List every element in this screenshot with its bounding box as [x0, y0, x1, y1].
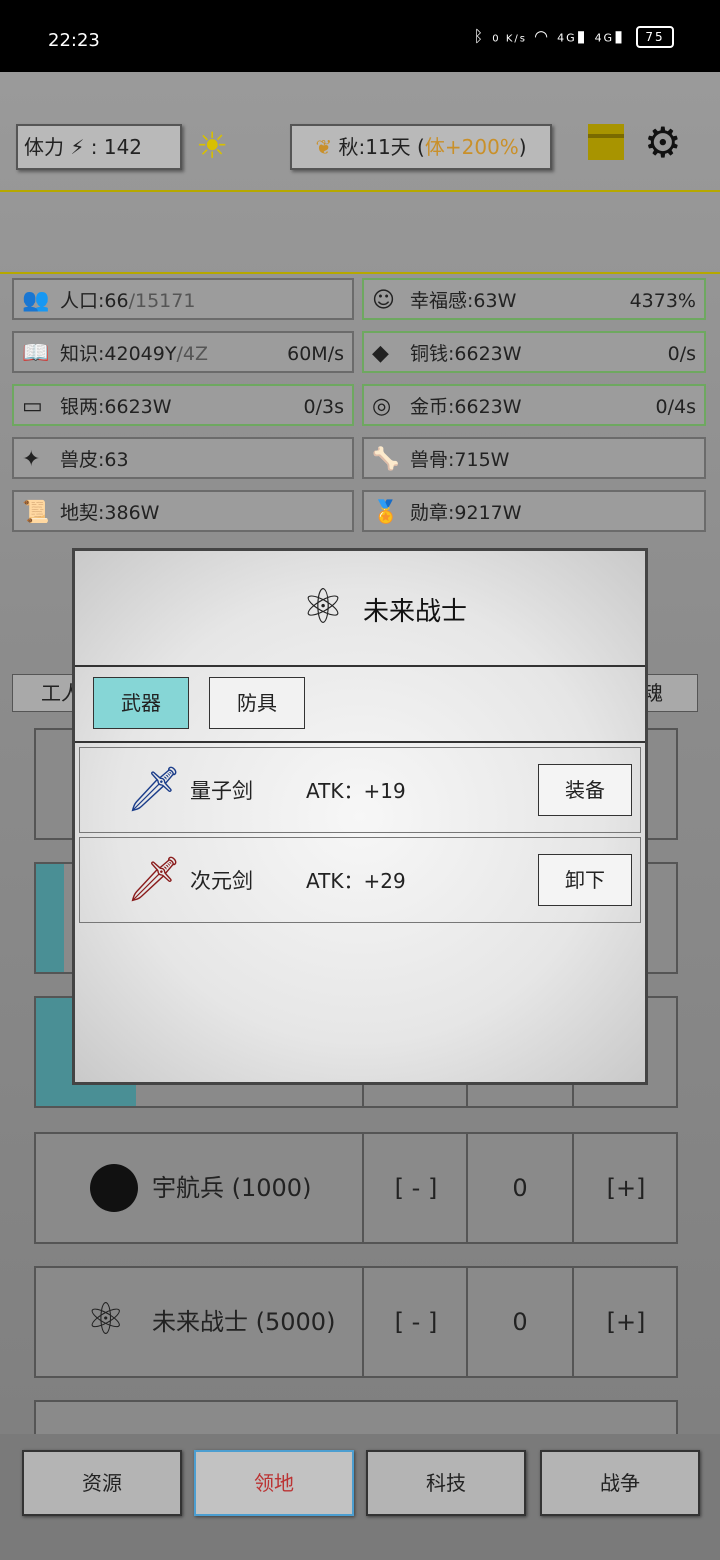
resource-icon: 📖: [22, 341, 50, 366]
equipment-item-quantum-sword: 🗡 量子剑 ATK：+19 装备: [79, 747, 641, 833]
resource-item: ☺ 幸福感:63W 4373%: [362, 278, 706, 320]
status-icons: ᛒ 0 K/s ◠ 4G▮ 4G▮ 75: [474, 26, 674, 48]
resource-icon: 🏅: [372, 500, 400, 525]
resource-icon: 📜: [22, 500, 50, 525]
resource-rate: 0/s: [667, 343, 696, 365]
minus-button[interactable]: [ - ]: [362, 1134, 468, 1242]
equipment-item-dimension-sword: 🗡 次元剑 ATK：+29 卸下: [79, 837, 641, 923]
season-box: ❦ 秋:11天 (体+200%): [290, 124, 552, 170]
resource-item: ✦ 兽皮:63: [12, 437, 354, 479]
tab-weapons[interactable]: 武器: [93, 677, 189, 729]
nav-territory[interactable]: 领地: [194, 1450, 354, 1516]
resource-icon: ☺: [372, 288, 395, 313]
resource-item: ▭ 银两:6623W 0/3s: [12, 384, 354, 426]
unit-count: 0: [466, 1134, 572, 1242]
equipment-dialog: ⚛ 未来战士 武器 防具 🗡 量子剑 ATK：+19 装备 🗡 次元剑 ATK：…: [72, 548, 648, 1085]
item-atk: ATK：+19: [306, 779, 406, 803]
battery-icon: 75: [636, 26, 674, 48]
resource-label: 铜钱:6623W: [410, 343, 522, 365]
resource-item: ◎ 金币:6623W 0/4s: [362, 384, 706, 426]
unit-name: 宇航兵 (1000): [152, 1174, 312, 1202]
sword-icon: 🗡: [126, 854, 182, 905]
season-bonus: 体+200%: [424, 135, 519, 159]
minus-button[interactable]: [ - ]: [362, 1268, 468, 1376]
signal-4g-1: 4G: [557, 31, 577, 45]
signal-bars-icon: ▮: [576, 26, 588, 46]
wifi-icon: ◠: [534, 26, 551, 46]
gear-icon[interactable]: ⚙: [644, 118, 682, 167]
lightning-icon: ⚡ :: [70, 135, 104, 159]
sun-icon: ☀: [196, 126, 229, 167]
unit-name: 未来战士 (5000): [152, 1308, 336, 1336]
plus-button[interactable]: [+]: [572, 1134, 678, 1242]
season-close: ): [518, 135, 527, 159]
energy-value: 142: [103, 135, 143, 159]
dialog-title: 未来战士: [363, 597, 468, 627]
resource-item: 🦴 兽骨:715W: [362, 437, 706, 479]
atom-icon: ⚛: [86, 1294, 126, 1345]
plus-button[interactable]: [+]: [572, 1268, 678, 1376]
resource-icon: ◆: [372, 341, 389, 366]
nav-war[interactable]: 战争: [540, 1450, 700, 1516]
bluetooth-icon: ᛒ: [473, 26, 486, 46]
resource-label: 兽皮:63: [60, 449, 129, 471]
nav-tech[interactable]: 科技: [366, 1450, 526, 1516]
resource-label: 人口:66/15171: [60, 290, 196, 312]
resource-label: 地契:386W: [60, 502, 160, 524]
resource-rate: 60M/s: [287, 343, 344, 365]
resource-icon: ▭: [22, 394, 43, 419]
net-speed: 0 K/s: [492, 33, 527, 45]
resource-rate: 0/3s: [303, 396, 344, 418]
unequip-button[interactable]: 卸下: [538, 854, 632, 906]
signal-bars-icon: ▮: [614, 26, 625, 46]
gift-icon[interactable]: [588, 124, 624, 160]
resource-icon: ✦: [22, 447, 41, 472]
dialog-tabs: 武器 防具: [75, 665, 645, 743]
unit-row-astronaut: 宇航兵 (1000) [ - ] 0 [+]: [34, 1132, 678, 1244]
sword-icon: 🗡: [126, 764, 182, 815]
dialog-header: ⚛ 未来战士: [75, 551, 645, 667]
resource-item: 📜 地契:386W: [12, 490, 354, 532]
resource-icon: 🦴: [372, 447, 400, 472]
status-bar: 22:23 ᛒ 0 K/s ◠ 4G▮ 4G▮ 75: [0, 0, 720, 72]
bottom-nav: 资源 领地 科技 战争: [0, 1434, 720, 1560]
resource-rate: 4373%: [629, 290, 696, 312]
item-atk: ATK：+29: [306, 869, 406, 893]
unit-count: 0: [466, 1268, 572, 1376]
resource-label: 勋章:9217W: [410, 502, 522, 524]
astronaut-icon: [90, 1164, 138, 1212]
equip-button[interactable]: 装备: [538, 764, 632, 816]
resource-label: 银两:6623W: [60, 396, 172, 418]
resource-label: 金币:6623W: [410, 396, 522, 418]
message-band: [0, 190, 720, 274]
energy-label: 体力: [24, 135, 64, 159]
energy-box: 体力 ⚡ : 142: [16, 124, 182, 170]
tab-armor[interactable]: 防具: [209, 677, 305, 729]
resource-item: 🏅 勋章:9217W: [362, 490, 706, 532]
resource-item: 📖 知识:42049Y/4Z 60M/s: [12, 331, 354, 373]
atom-icon: ⚛: [301, 579, 345, 635]
leaf-icon: ❦: [315, 135, 333, 159]
resource-icon: ◎: [372, 394, 392, 419]
resource-item: ◆ 铜钱:6623W 0/s: [362, 331, 706, 373]
resource-label: 知识:42049Y/4Z: [60, 343, 208, 365]
resource-label: 兽骨:715W: [410, 449, 510, 471]
resource-rate: 0/4s: [655, 396, 696, 418]
item-name: 量子剑: [190, 779, 253, 803]
signal-4g-2: 4G: [594, 31, 615, 45]
status-time: 22:23: [48, 30, 100, 51]
nav-resources[interactable]: 资源: [22, 1450, 182, 1516]
resource-icon: 👥: [22, 288, 50, 313]
unit-row-future-warrior: ⚛ 未来战士 (5000) [ - ] 0 [+]: [34, 1266, 678, 1378]
item-name: 次元剑: [190, 869, 253, 893]
resource-label: 幸福感:63W: [410, 290, 517, 312]
resource-item: 👥 人口:66/15171: [12, 278, 354, 320]
season-label: 秋:11天 (: [338, 135, 425, 159]
